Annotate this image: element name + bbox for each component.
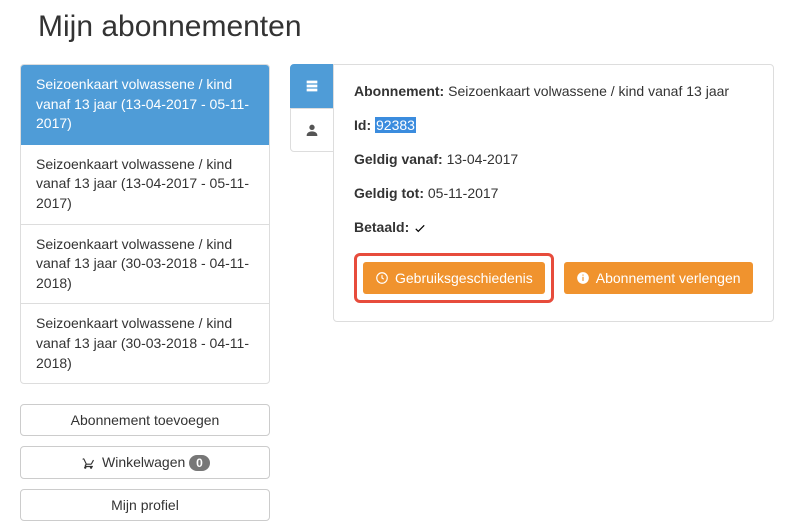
abonnement-label: Abonnement:	[354, 83, 444, 99]
button-label: Gebruiksgeschiedenis	[395, 270, 533, 286]
button-label: Mijn profiel	[111, 497, 179, 513]
clock-icon	[375, 271, 389, 285]
person-icon	[304, 122, 320, 138]
page-title: Mijn abonnementen	[38, 10, 780, 44]
button-label: Winkelwagen	[102, 454, 185, 470]
detail-panel: Abonnement: Seizoenkaart volwassene / ki…	[333, 64, 774, 322]
highlighted-action: Gebruiksgeschiedenis	[354, 253, 554, 303]
list-item[interactable]: Seizoenkaart volwassene / kind vanaf 13 …	[21, 225, 269, 305]
paid-label: Betaald:	[354, 219, 409, 235]
check-icon	[413, 219, 427, 235]
tab-details[interactable]	[290, 64, 334, 108]
tab-person[interactable]	[290, 108, 334, 152]
history-button[interactable]: Gebruiksgeschiedenis	[363, 262, 545, 294]
profile-button[interactable]: Mijn profiel	[20, 489, 270, 521]
cart-count-badge: 0	[189, 455, 210, 471]
document-icon	[304, 78, 320, 94]
cart-button[interactable]: Winkelwagen 0	[20, 446, 270, 479]
extend-button[interactable]: Abonnement verlengen	[564, 262, 753, 294]
list-item[interactable]: Seizoenkaart volwassene / kind vanaf 13 …	[21, 145, 269, 225]
list-item[interactable]: Seizoenkaart volwassene / kind vanaf 13 …	[21, 304, 269, 383]
valid-from-value: 13-04-2017	[447, 151, 519, 167]
button-label: Abonnement toevoegen	[71, 412, 220, 428]
cart-icon	[80, 454, 98, 470]
subscription-list: Seizoenkaart volwassene / kind vanaf 13 …	[20, 64, 270, 384]
add-subscription-button[interactable]: Abonnement toevoegen	[20, 404, 270, 436]
list-item[interactable]: Seizoenkaart volwassene / kind vanaf 13 …	[21, 65, 269, 145]
abonnement-value: Seizoenkaart volwassene / kind vanaf 13 …	[448, 83, 729, 99]
sidebar: Seizoenkaart volwassene / kind vanaf 13 …	[20, 64, 270, 531]
valid-to-label: Geldig tot:	[354, 185, 424, 201]
valid-from-label: Geldig vanaf:	[354, 151, 443, 167]
id-value: 92383	[375, 117, 416, 133]
valid-to-value: 05-11-2017	[428, 185, 499, 201]
button-label: Abonnement verlengen	[596, 270, 741, 286]
info-icon	[576, 271, 590, 285]
id-label: Id:	[354, 117, 371, 133]
detail-tabs	[290, 64, 334, 152]
